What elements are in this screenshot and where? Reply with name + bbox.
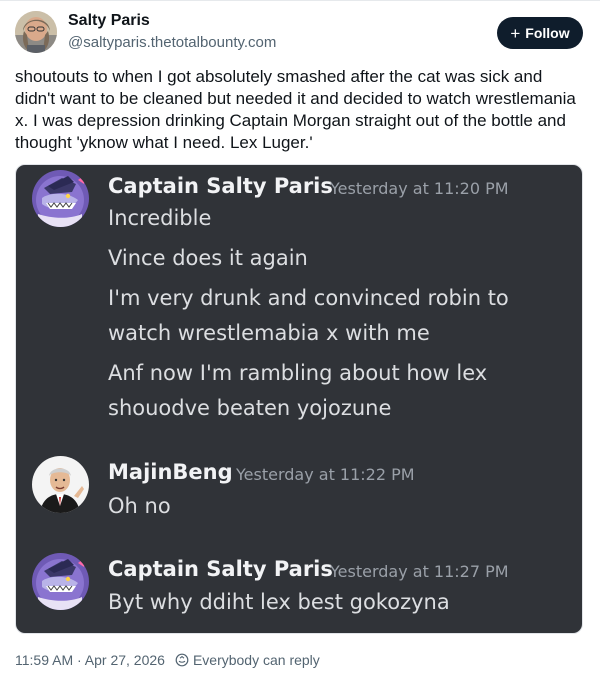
post-footer: 11:59 AM · Apr 27, 2026 Everybody can re… — [15, 652, 320, 668]
author-handle[interactable]: @saltyparis.thetotalbounty.com — [68, 34, 276, 51]
message-timestamp: Yesterday at 11:22 PM — [236, 465, 415, 484]
author-avatar-image — [15, 11, 57, 53]
person-avatar-icon — [32, 456, 89, 513]
message-line: watch wrestlemabia x with me — [108, 321, 430, 345]
top-divider — [0, 0, 600, 1]
globe-reply-icon — [175, 653, 189, 667]
attached-image-chat-screenshot[interactable]: Captain Salty Paris Yesterday at 11:20 P… — [15, 164, 583, 634]
message-timestamp: Yesterday at 11:20 PM — [330, 179, 509, 198]
message-line: shouodve beaten yojozune — [108, 396, 392, 420]
message-line: Vince does it again — [108, 246, 308, 270]
message-line: Anf now I'm rambling about how lex — [108, 361, 488, 385]
reply-setting: Everybody can reply — [192, 652, 320, 668]
message-author: Captain Salty Paris — [108, 174, 333, 198]
message-timestamp: Yesterday at 11:27 PM — [330, 562, 509, 581]
author-name[interactable]: Salty Paris — [68, 12, 150, 30]
message-line: Byt why ddiht lex best gokozyna — [108, 590, 450, 614]
post-timestamp[interactable]: 11:59 AM · Apr 27, 2026 — [15, 652, 165, 668]
message-line: Oh no — [108, 494, 171, 518]
author-avatar[interactable] — [15, 11, 57, 53]
message-author: MajinBeng — [108, 460, 233, 484]
message-line: I'm very drunk and convinced robin to — [108, 286, 509, 310]
shark-avatar-icon — [32, 170, 89, 227]
follow-label: Follow — [525, 25, 570, 41]
shark-avatar-icon — [32, 553, 89, 610]
follow-button[interactable]: + Follow — [497, 17, 583, 49]
plus-icon: + — [510, 23, 521, 43]
message-author: Captain Salty Paris — [108, 557, 333, 581]
post-text: shoutouts to when I got absolutely smash… — [15, 67, 581, 152]
message-line: Incredible — [108, 206, 212, 230]
post-container: Salty Paris @saltyparis.thetotalbounty.c… — [0, 0, 600, 685]
